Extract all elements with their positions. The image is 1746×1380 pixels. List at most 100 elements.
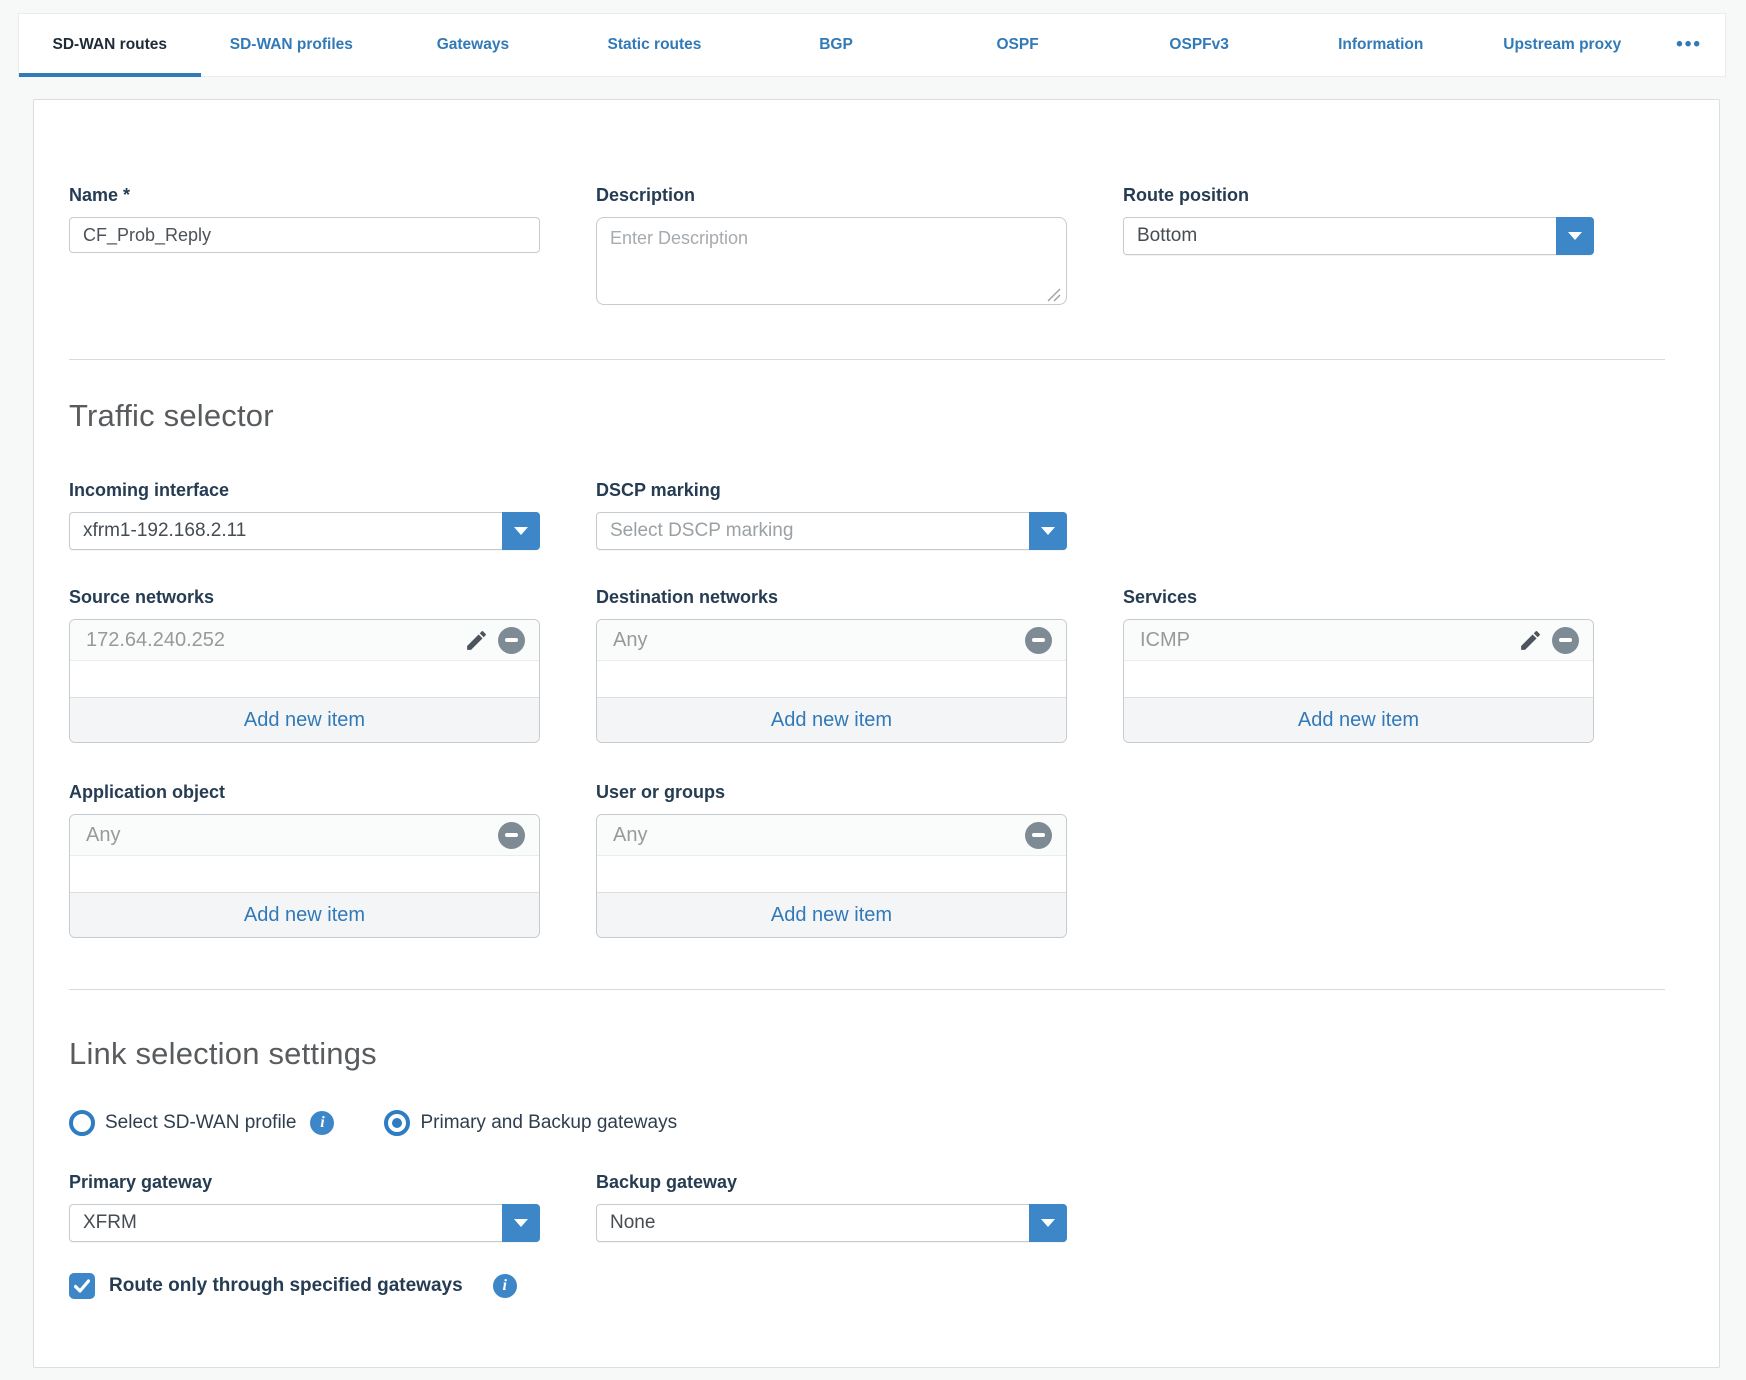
list-empty-area <box>70 856 539 892</box>
radio-selected-icon[interactable] <box>384 1110 410 1136</box>
application-object-box: Any Add new item <box>69 814 540 938</box>
remove-minus-icon[interactable] <box>1552 627 1579 654</box>
services-field-group: Services ICMP Add new item <box>1123 586 1594 743</box>
edit-pencil-icon[interactable] <box>1517 627 1543 653</box>
add-new-item-button[interactable]: Add new item <box>1124 697 1593 742</box>
list-empty-area <box>1124 661 1593 697</box>
dscp-marking-field-group: DSCP marking Select DSCP marking <box>596 479 1067 550</box>
list-item: ICMP <box>1124 620 1593 661</box>
tab-ospf[interactable]: OSPF <box>927 14 1109 76</box>
radio-unselected-icon[interactable] <box>69 1110 95 1136</box>
tab-bar: SD-WAN routes SD-WAN profiles Gateways S… <box>18 13 1726 77</box>
remove-minus-icon[interactable] <box>498 822 525 849</box>
list-item-value: 172.64.240.252 <box>86 629 463 652</box>
tab-sdwan-profiles[interactable]: SD-WAN profiles <box>201 14 383 76</box>
list-empty-area <box>70 661 539 697</box>
tab-bgp[interactable]: BGP <box>745 14 927 76</box>
tab-static-routes[interactable]: Static routes <box>564 14 746 76</box>
list-item: Any <box>597 620 1066 661</box>
info-icon[interactable]: i <box>310 1111 334 1135</box>
route-position-value: Bottom <box>1137 225 1197 247</box>
traffic-selector-heading: Traffic selector <box>69 398 1665 434</box>
remove-minus-icon[interactable] <box>1025 627 1052 654</box>
route-position-label: Route position <box>1123 184 1594 206</box>
list-empty-area <box>597 661 1066 697</box>
info-icon[interactable]: i <box>493 1274 517 1298</box>
source-networks-field-group: Source networks 172.64.240.252 Add new i… <box>69 586 540 743</box>
backup-gateway-value: None <box>610 1212 655 1234</box>
radio-option-sdwan-profile[interactable]: Select SD-WAN profile i <box>69 1110 334 1136</box>
incoming-interface-select[interactable]: xfrm1-192.168.2.11 <box>69 512 540 550</box>
tab-information[interactable]: Information <box>1290 14 1472 76</box>
primary-gateway-select[interactable]: XFRM <box>69 1204 540 1242</box>
chevron-down-icon[interactable] <box>1029 512 1067 550</box>
user-or-groups-box: Any Add new item <box>596 814 1067 938</box>
description-textarea[interactable] <box>596 217 1067 305</box>
add-new-item-button[interactable]: Add new item <box>70 697 539 742</box>
user-or-groups-field-group: User or groups Any Add new item <box>596 781 1067 938</box>
dscp-marking-select[interactable]: Select DSCP marking <box>596 512 1067 550</box>
list-item: Any <box>70 815 539 856</box>
chevron-down-icon[interactable] <box>502 1204 540 1242</box>
application-object-field-group: Application object Any Add new item <box>69 781 540 938</box>
tab-sdwan-routes[interactable]: SD-WAN routes <box>19 14 201 76</box>
route-only-checkbox-row: Route only through specified gateways i <box>69 1273 1665 1299</box>
radio-label: Select SD-WAN profile <box>105 1112 296 1134</box>
backup-gateway-label: Backup gateway <box>596 1171 1067 1193</box>
radio-option-primary-backup-gateways[interactable]: Primary and Backup gateways <box>384 1110 677 1136</box>
application-object-label: Application object <box>69 781 540 803</box>
services-box: ICMP Add new item <box>1123 619 1594 743</box>
chevron-down-icon[interactable] <box>1556 217 1594 255</box>
edit-pencil-icon[interactable] <box>463 627 489 653</box>
remove-minus-icon[interactable] <box>1025 822 1052 849</box>
route-position-field-group: Route position Bottom <box>1123 184 1594 255</box>
source-networks-label: Source networks <box>69 586 540 608</box>
name-field-group: Name * <box>69 184 540 253</box>
primary-gateway-label: Primary gateway <box>69 1171 540 1193</box>
primary-gateway-value: XFRM <box>83 1212 137 1234</box>
name-label: Name * <box>69 184 540 206</box>
list-empty-area <box>597 856 1066 892</box>
route-position-select[interactable]: Bottom <box>1123 217 1594 255</box>
route-only-checkbox-label: Route only through specified gateways <box>109 1275 463 1297</box>
list-item: 172.64.240.252 <box>70 620 539 661</box>
list-item: Any <box>597 815 1066 856</box>
list-item-value: Any <box>613 629 1025 652</box>
primary-gateway-field-group: Primary gateway XFRM <box>69 1171 540 1242</box>
name-input[interactable] <box>69 217 540 253</box>
remove-minus-icon[interactable] <box>498 627 525 654</box>
destination-networks-field-group: Destination networks Any Add new item <box>596 586 1067 743</box>
chevron-down-icon[interactable] <box>1029 1204 1067 1242</box>
sdwan-route-form: Name * Description Route position Bottom… <box>33 99 1720 1368</box>
backup-gateway-field-group: Backup gateway None <box>596 1171 1067 1242</box>
source-networks-box: 172.64.240.252 Add new item <box>69 619 540 743</box>
dscp-marking-placeholder: Select DSCP marking <box>610 520 793 542</box>
destination-networks-box: Any Add new item <box>596 619 1067 743</box>
tab-ospfv3[interactable]: OSPFv3 <box>1108 14 1290 76</box>
ellipsis-icon: ••• <box>1676 34 1702 56</box>
description-field-group: Description <box>596 184 1067 310</box>
section-divider <box>69 359 1665 360</box>
link-selection-radio-row: Select SD-WAN profile i Primary and Back… <box>69 1110 1665 1136</box>
radio-label: Primary and Backup gateways <box>420 1112 677 1134</box>
incoming-interface-value: xfrm1-192.168.2.11 <box>83 520 246 542</box>
add-new-item-button[interactable]: Add new item <box>70 892 539 937</box>
tab-gateways[interactable]: Gateways <box>382 14 564 76</box>
tab-upstream-proxy[interactable]: Upstream proxy <box>1472 14 1654 76</box>
tab-overflow-button[interactable]: ••• <box>1653 14 1725 76</box>
list-item-value: ICMP <box>1140 629 1517 652</box>
section-divider <box>69 989 1665 990</box>
incoming-interface-label: Incoming interface <box>69 479 540 501</box>
chevron-down-icon[interactable] <box>502 512 540 550</box>
route-only-checkbox[interactable] <box>69 1273 95 1299</box>
backup-gateway-select[interactable]: None <box>596 1204 1067 1242</box>
dscp-marking-label: DSCP marking <box>596 479 1067 501</box>
list-item-value: Any <box>613 824 1025 847</box>
add-new-item-button[interactable]: Add new item <box>597 892 1066 937</box>
add-new-item-button[interactable]: Add new item <box>597 697 1066 742</box>
destination-networks-label: Destination networks <box>596 586 1067 608</box>
list-item-value: Any <box>86 824 498 847</box>
user-or-groups-label: User or groups <box>596 781 1067 803</box>
incoming-interface-field-group: Incoming interface xfrm1-192.168.2.11 <box>69 479 540 550</box>
services-label: Services <box>1123 586 1594 608</box>
